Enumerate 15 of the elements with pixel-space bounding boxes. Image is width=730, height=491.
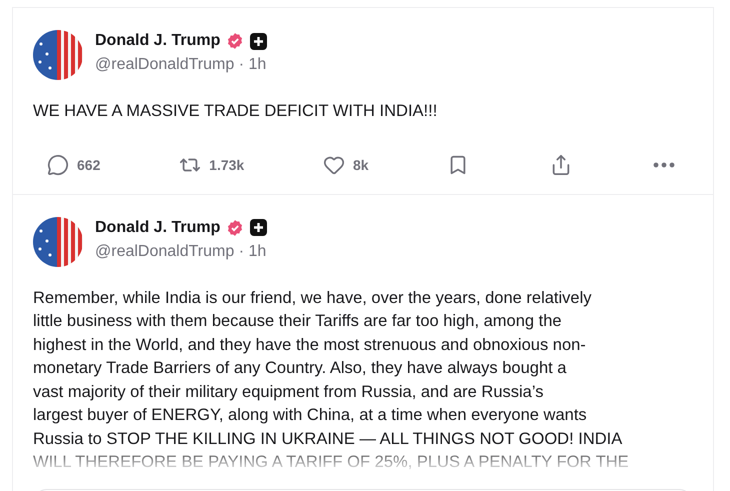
heart-icon [323,154,345,176]
handle-and-time: @realDonaldTrump · 1h [95,242,268,260]
like-button[interactable]: 8k [323,154,369,176]
reply-button[interactable]: 662 [47,154,100,176]
repost-button[interactable]: 1.73k [179,154,244,176]
author-name[interactable]: Donald J. Trump [95,32,220,50]
more-button[interactable] [652,162,677,168]
plus-badge-icon [250,219,268,236]
speech-bubble-icon [47,154,69,176]
plus-badge-icon [250,32,268,50]
post-text: Remember, while India is our friend, we have, over the years, done relatively little business with them because their Tariffs are far too high, among the highest in the World, and they have the most strenuous and obnoxious non- monetary Trade Barriers of any Country. Also, they have always bought a vast majority of their military equipment from Russia, and are Russia’s largest buyer of ENERGY, along with China, at a time when everyone wants Russia to STOP THE KILLING IN UKRAINE — ALL THINGS NOT GOOD! INDIA WILL THEREFORE BE PAYING A TARIFF OF 25%, PLUS A PENALTY FOR THE [33,288,630,473]
more-icon [652,162,675,168]
handle-and-time: @realDonaldTrump · 1h [95,56,268,74]
author-name[interactable]: Donald J. Trump [95,218,220,236]
post-text: WE HAVE A MASSIVE TRADE DEFICIT WITH INDIA!!! [33,101,438,122]
